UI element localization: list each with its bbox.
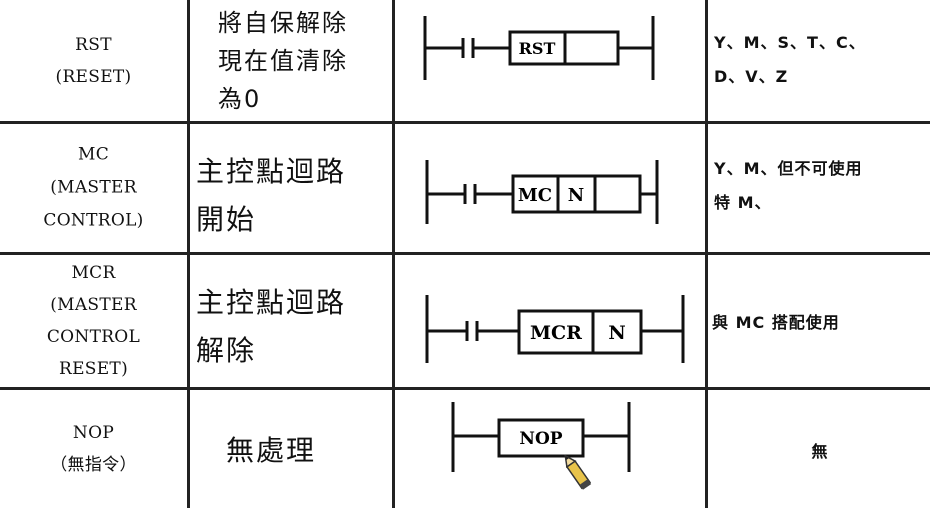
instruction-name: NOP （無指令） (0, 417, 187, 481)
ladder-cell: RST (395, 0, 708, 122)
function-text: 主控點迴路 開始 (196, 148, 386, 244)
function-cell: 將自保解除 現在值清除 為0 (190, 0, 395, 122)
instruction-name: RST (RESET) (0, 29, 187, 93)
ladder-cell: MCR N (395, 255, 708, 387)
function-line: 主控點迴路 (196, 286, 347, 319)
target-line: D、V、Z (714, 67, 789, 86)
function-cell: 主控點迴路 開始 (190, 124, 395, 252)
target-text: 與 MC 搭配使用 (712, 306, 926, 340)
target-line: 特 M、 (714, 193, 772, 212)
target-cell: 與 MC 搭配使用 (708, 255, 930, 387)
table-row-mcr: MCR (MASTER CONTROL RESET) 主控點迴路 解除 MCR … (0, 255, 930, 387)
ladder-box-label: NOP (519, 429, 562, 449)
target-text: 無 (714, 435, 926, 469)
ladder-diagram-rst: RST (423, 16, 655, 80)
instruction-name: MCR (MASTER CONTROL RESET) (0, 257, 187, 385)
ladder-box-label: MCR (530, 322, 582, 344)
target-line: Y、M、S、T、C、 (714, 33, 866, 52)
instruction-line: (MASTER (50, 295, 137, 315)
function-cell: 主控點迴路 解除 (190, 255, 395, 387)
instruction-line: (RESET) (55, 67, 132, 87)
function-line: 將自保解除 (218, 9, 348, 37)
ladder-diagram-nop: NOP (451, 402, 631, 490)
target-cell: Y、M、S、T、C、 D、V、Z (708, 0, 930, 122)
function-text: 主控點迴路 解除 (196, 279, 386, 375)
instruction-line: NOP (72, 423, 115, 443)
function-line: 現在值清除 (218, 47, 348, 75)
target-text: Y、M、S、T、C、 D、V、Z (714, 26, 926, 94)
function-line: 無處理 (226, 434, 317, 467)
function-line: 為0 (218, 85, 262, 113)
target-line: Y、M、但不可使用 (714, 159, 863, 178)
ladder-cell: MC N (395, 124, 708, 252)
instruction-line: （無指令） (50, 455, 137, 475)
function-cell: 無處理 (190, 390, 395, 508)
instruction-line: RST (75, 35, 112, 55)
pen-cursor-icon (564, 454, 592, 490)
ladder-cell: NOP (395, 390, 708, 508)
ladder-box-label: N (568, 185, 584, 206)
ladder-box-label: MC (518, 185, 552, 206)
ladder-box-label: RST (519, 39, 556, 58)
target-text: Y、M、但不可使用 特 M、 (714, 152, 926, 220)
target-line: 無 (811, 442, 829, 461)
instruction-line: MC (77, 144, 109, 165)
target-line: 與 MC 搭配使用 (712, 313, 840, 332)
function-line: 主控點迴路 (196, 155, 347, 188)
ladder-diagram-mcr: MCR N (425, 295, 685, 363)
instruction-cell: NOP （無指令） (0, 390, 190, 508)
instruction-name: MC (MASTER CONTROL) (0, 139, 187, 238)
function-line: 開始 (196, 203, 257, 236)
instruction-line: RESET) (58, 359, 129, 379)
instruction-cell: RST (RESET) (0, 0, 190, 122)
instruction-line: CONTROL (46, 327, 141, 347)
table-row-mc: MC (MASTER CONTROL) 主控點迴路 開始 MC N Y、M、但不… (0, 124, 930, 252)
instruction-line: CONTROL) (43, 210, 144, 231)
target-cell: 無 (708, 390, 930, 508)
function-text: 將自保解除 現在值清除 為0 (218, 4, 386, 118)
instruction-table: RST (RESET) 將自保解除 現在值清除 為0 RST Y、M、S、T、C… (0, 0, 930, 508)
function-text: 無處理 (226, 432, 386, 470)
instruction-line: MCR (71, 263, 116, 283)
table-row-rst: RST (RESET) 將自保解除 現在值清除 為0 RST Y、M、S、T、C… (0, 0, 930, 122)
ladder-box-label: N (608, 322, 625, 344)
ladder-diagram-mc: MC N (425, 160, 659, 224)
instruction-line: (MASTER (50, 177, 137, 198)
instruction-cell: MC (MASTER CONTROL) (0, 124, 190, 252)
target-cell: Y、M、但不可使用 特 M、 (708, 124, 930, 252)
function-line: 解除 (196, 334, 257, 367)
table-row-nop: NOP （無指令） 無處理 NOP 無 (0, 390, 930, 508)
instruction-cell: MCR (MASTER CONTROL RESET) (0, 255, 190, 387)
